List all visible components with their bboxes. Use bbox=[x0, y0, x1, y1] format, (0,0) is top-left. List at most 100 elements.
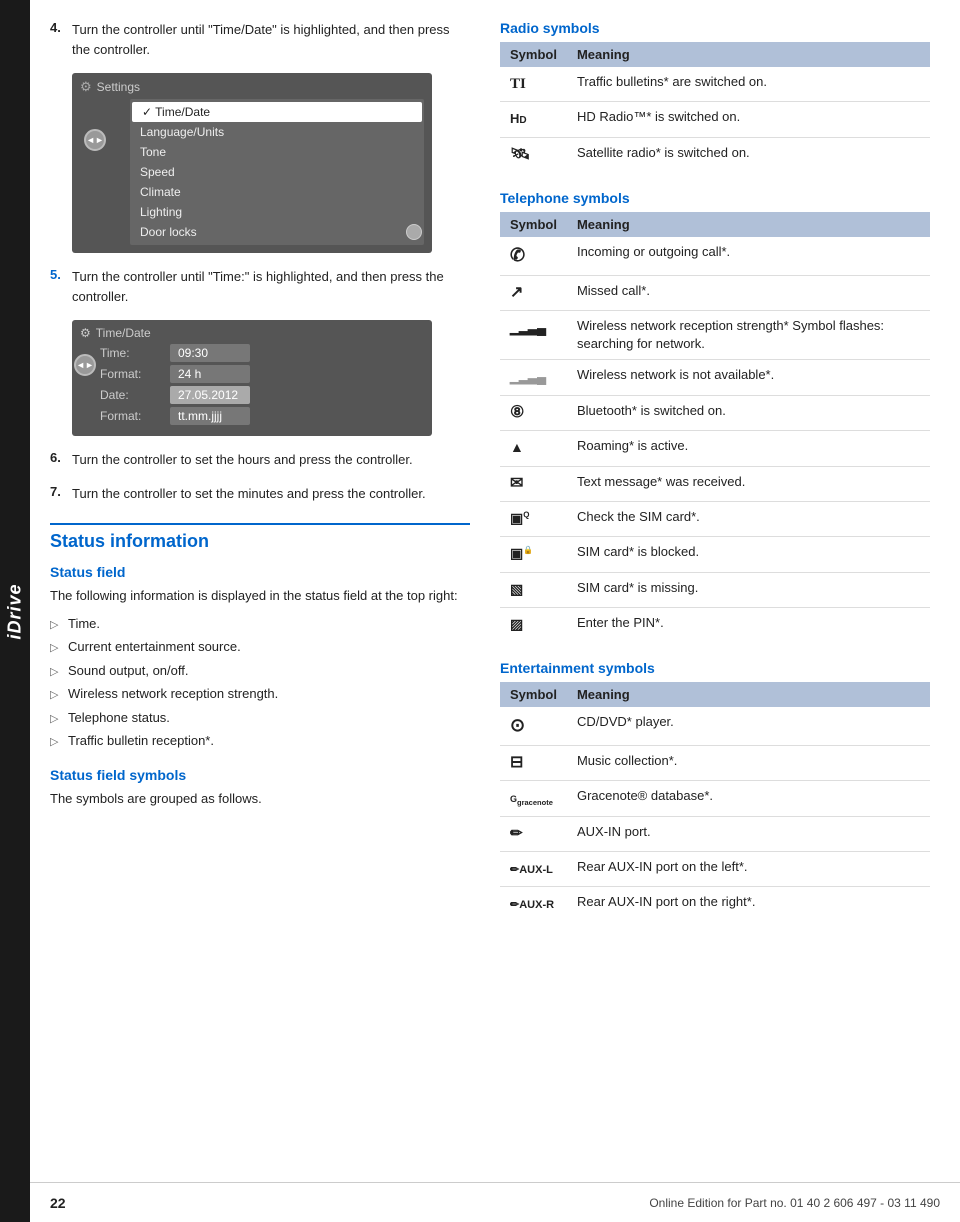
radio-sym-ti: TI bbox=[500, 67, 567, 102]
step-5-text: Turn the controller until "Time:" is hig… bbox=[72, 267, 470, 306]
menu-item-tone: Tone bbox=[130, 142, 424, 162]
table-row: ▁▂▃▄ Wireless network is not available*. bbox=[500, 360, 930, 395]
table-row: ✆ Incoming or outgoing call*. bbox=[500, 237, 930, 275]
timedate-screenshot: ⚙ Time/Date ◄► Time: 09:30 Format: bbox=[72, 320, 432, 436]
bullet-arrow-sound: ▷ bbox=[50, 664, 62, 681]
step-6-number: 6. bbox=[50, 450, 72, 470]
tel-sym-msg: ✉ bbox=[500, 466, 567, 501]
tel-meaning-signal-na: Wireless network is not available*. bbox=[567, 360, 930, 395]
timedate-fields: ◄► Time: 09:30 Format: 24 h Date: 27.05.… bbox=[100, 344, 424, 425]
ent-meaning-cd: CD/DVD* player. bbox=[567, 707, 930, 745]
bullet-arrow-traffic: ▷ bbox=[50, 734, 62, 751]
ent-sym-auxr: ✏AUX-R bbox=[500, 887, 567, 922]
status-section-title: Status information bbox=[50, 523, 470, 552]
table-row: ▁▂▃▄ Wireless network reception strength… bbox=[500, 310, 930, 359]
tel-meaning-missed: Missed call*. bbox=[567, 275, 930, 310]
table-row: ⊟ Music collection*. bbox=[500, 745, 930, 780]
tel-meaning-msg: Text message* was received. bbox=[567, 466, 930, 501]
table-row: ⑧ Bluetooth* is switched on. bbox=[500, 395, 930, 430]
telephone-symbol-table: Symbol Meaning ✆ Incoming or outgoing ca… bbox=[500, 212, 930, 642]
tel-meaning-simcheck: Check the SIM card*. bbox=[567, 501, 930, 536]
radio-symbol-table: Symbol Meaning TI Traffic bulletins* are… bbox=[500, 42, 930, 172]
table-row: ▧ SIM card* is missing. bbox=[500, 572, 930, 607]
table-row: ⊙ CD/DVD* player. bbox=[500, 707, 930, 745]
footer-text: Online Edition for Part no. 01 40 2 606 … bbox=[649, 1196, 940, 1210]
bullet-time-text: Time. bbox=[68, 614, 100, 634]
tel-meaning-simmiss: SIM card* is missing. bbox=[567, 572, 930, 607]
table-row: ✉ Text message* was received. bbox=[500, 466, 930, 501]
menu-item-timedate: ✓ Time/Date bbox=[132, 102, 422, 122]
bullet-arrow-wireless: ▷ bbox=[50, 687, 62, 704]
bullet-telephone: ▷ Telephone status. bbox=[50, 708, 470, 728]
step-4-number: 4. bbox=[50, 20, 72, 59]
entertainment-symbol-table: Symbol Meaning ⊙ CD/DVD* player. ⊟ Music… bbox=[500, 682, 930, 921]
radio-col-meaning: Meaning bbox=[567, 42, 930, 67]
tel-sym-roaming: ▲ bbox=[500, 431, 567, 466]
bullet-arrow-tel: ▷ bbox=[50, 711, 62, 728]
timedate-icon: ⚙ bbox=[80, 326, 91, 340]
tel-col-symbol: Symbol bbox=[500, 212, 567, 237]
status-bullet-list: ▷ Time. ▷ Current entertainment source. … bbox=[50, 614, 470, 751]
tel-sym-pin: ▨ bbox=[500, 608, 567, 643]
step-7: 7. Turn the controller to set the minute… bbox=[50, 484, 470, 504]
table-row: Ggracenote Gracenote® database*. bbox=[500, 781, 930, 816]
table-row: ✏AUX-R Rear AUX-IN port on the right*. bbox=[500, 887, 930, 922]
field-format2: Format: tt.mm.jjjj bbox=[100, 407, 424, 425]
step-4-text: Turn the controller until "Time/Date" is… bbox=[72, 20, 470, 59]
menu-item-climate: Climate bbox=[130, 182, 424, 202]
tel-sym-phone: ✆ bbox=[500, 237, 567, 275]
step-4: 4. Turn the controller until "Time/Date"… bbox=[50, 20, 470, 59]
tel-sym-simcheck: ▣Q bbox=[500, 501, 567, 536]
tel-meaning-signal: Wireless network reception strength* Sym… bbox=[567, 310, 930, 359]
bullet-arrow-ent: ▷ bbox=[50, 640, 62, 657]
ent-sym-gracenote: Ggracenote bbox=[500, 781, 567, 816]
settings-screenshot: ⚙ Settings ◄► ✓ Time/Date Language/Units… bbox=[72, 73, 432, 253]
menu-item-speed: Speed bbox=[130, 162, 424, 182]
table-row: ↗ Missed call*. bbox=[500, 275, 930, 310]
ent-col-symbol: Symbol bbox=[500, 682, 567, 707]
table-row: ✏AUX-L Rear AUX-IN port on the left*. bbox=[500, 852, 930, 887]
status-field-title: Status field bbox=[50, 564, 470, 580]
table-row: ▣🔒 SIM card* is blocked. bbox=[500, 537, 930, 572]
step-5-number: 5. bbox=[50, 267, 72, 306]
footer: 22 Online Edition for Part no. 01 40 2 6… bbox=[30, 1182, 960, 1222]
bullet-traffic: ▷ Traffic bulletin reception*. bbox=[50, 731, 470, 751]
menu-item-language: Language/Units bbox=[130, 122, 424, 142]
radio-section-title: Radio symbols bbox=[500, 20, 930, 36]
ent-sym-aux: ✏ bbox=[500, 816, 567, 851]
field-format1: Format: 24 h bbox=[100, 365, 424, 383]
step-6-text: Turn the controller to set the hours and… bbox=[72, 450, 470, 470]
settings-title-bar: ⚙ Settings bbox=[80, 79, 424, 95]
radio-col-symbol: Symbol bbox=[500, 42, 567, 67]
gear-icon: ⚙ bbox=[80, 79, 92, 95]
settings-menu: ✓ Time/Date Language/Units Tone Speed Cl… bbox=[130, 99, 424, 245]
ent-meaning-music: Music collection*. bbox=[567, 745, 930, 780]
bullet-wireless: ▷ Wireless network reception strength. bbox=[50, 684, 470, 704]
left-column: 4. Turn the controller until "Time/Date"… bbox=[30, 20, 490, 940]
bullet-arrow-time: ▷ bbox=[50, 617, 62, 634]
tel-sym-simblocked: ▣🔒 bbox=[500, 537, 567, 572]
ent-meaning-auxl: Rear AUX-IN port on the left*. bbox=[567, 852, 930, 887]
ent-col-meaning: Meaning bbox=[567, 682, 930, 707]
tel-meaning-simblocked: SIM card* is blocked. bbox=[567, 537, 930, 572]
tel-sym-missed: ↗ bbox=[500, 275, 567, 310]
table-row: ▲ Roaming* is active. bbox=[500, 431, 930, 466]
step-7-number: 7. bbox=[50, 484, 72, 504]
ent-meaning-gracenote: Gracenote® database*. bbox=[567, 781, 930, 816]
field-time: Time: 09:30 bbox=[100, 344, 424, 362]
radio-sym-sat: 🛰 bbox=[500, 137, 567, 172]
bullet-sound: ▷ Sound output, on/off. bbox=[50, 661, 470, 681]
tel-meaning-roaming: Roaming* is active. bbox=[567, 431, 930, 466]
idrive-tab: iDrive bbox=[0, 0, 30, 1222]
idrive-label: iDrive bbox=[5, 583, 26, 639]
tel-sym-signal-na: ▁▂▃▄ bbox=[500, 360, 567, 395]
table-row: 🛰 Satellite radio* is switched on. bbox=[500, 137, 930, 172]
status-symbols-title: Status field symbols bbox=[50, 767, 470, 783]
table-row: HD HD Radio™* is switched on. bbox=[500, 102, 930, 137]
tel-meaning-phone: Incoming or outgoing call*. bbox=[567, 237, 930, 275]
bullet-sound-text: Sound output, on/off. bbox=[68, 661, 188, 681]
tel-sym-simmiss: ▧ bbox=[500, 572, 567, 607]
field-date: Date: 27.05.2012 bbox=[100, 386, 424, 404]
page-number: 22 bbox=[50, 1195, 66, 1211]
tel-sym-bt: ⑧ bbox=[500, 395, 567, 430]
